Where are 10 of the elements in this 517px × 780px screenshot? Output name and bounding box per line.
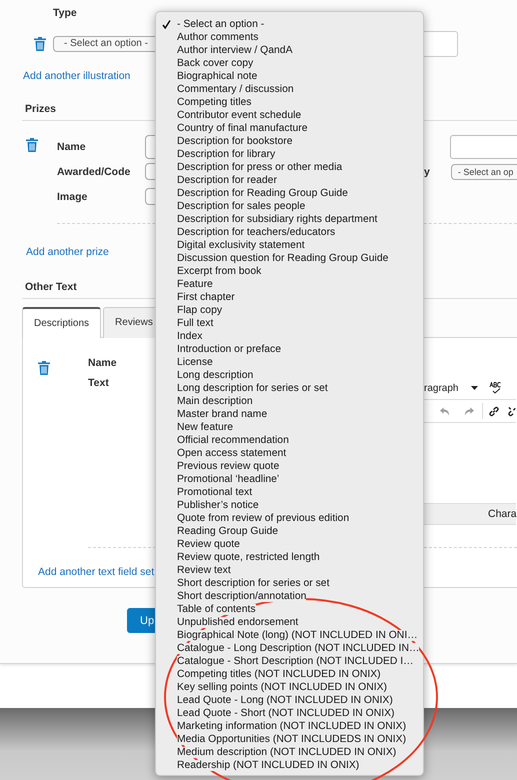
- field-label: Text: [88, 377, 110, 389]
- field-label: y: [424, 166, 430, 178]
- field-label: Name: [88, 357, 117, 369]
- other-text-heading: Other Text: [25, 281, 77, 293]
- type-label: Type: [53, 7, 77, 19]
- field-label: Name: [57, 140, 87, 152]
- field-label: Image: [57, 190, 88, 202]
- character-count-label: Chara: [488, 508, 517, 520]
- prizes-heading: Prizes: [25, 103, 56, 115]
- field-label: Awarded/Code: [57, 166, 132, 178]
